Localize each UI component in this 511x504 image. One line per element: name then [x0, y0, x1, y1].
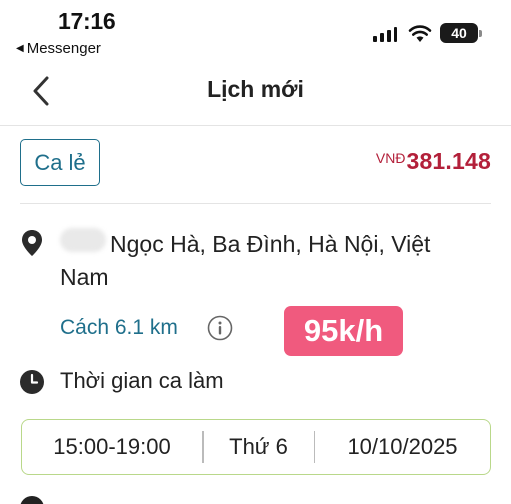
section-divider: [20, 203, 491, 204]
next-row-icon: [20, 496, 44, 504]
shift-time-box: 15:00-19:00 Thứ 6 10/10/2025: [21, 419, 491, 475]
shift-type-chip: Ca lẻ: [20, 139, 100, 186]
back-to-app-link[interactable]: ◀ Messenger: [16, 40, 101, 57]
battery-indicator: 40: [440, 23, 482, 43]
clock-icon: [20, 370, 44, 394]
shift-time-label: Thời gian ca làm: [60, 368, 224, 393]
shift-weekday: Thứ 6: [229, 434, 288, 459]
shift-address: Ngọc Hà, Ba Đình, Hà Nội, Việt Nam: [60, 231, 431, 290]
header-divider: [0, 125, 511, 126]
price-currency: VNĐ: [375, 150, 406, 166]
distance-text: Cách 6.1 km: [60, 316, 178, 339]
status-time: 17:16: [58, 8, 116, 34]
info-icon[interactable]: [207, 315, 233, 341]
wifi-icon: [408, 25, 432, 42]
shift-date: 10/10/2025: [347, 434, 458, 459]
back-triangle-icon: ◀: [16, 42, 24, 54]
back-app-label: Messenger: [26, 40, 101, 57]
page-title: Lịch mới: [207, 76, 304, 102]
price-amount: 381.148: [406, 148, 491, 174]
shift-price: VNĐ 381.148: [376, 148, 491, 175]
location-pin-icon: [22, 230, 42, 256]
shift-time-range: 15:00-19:00: [53, 434, 171, 459]
hourly-rate-badge: 95k/h: [284, 306, 403, 356]
cellular-signal-icon: [373, 27, 397, 42]
